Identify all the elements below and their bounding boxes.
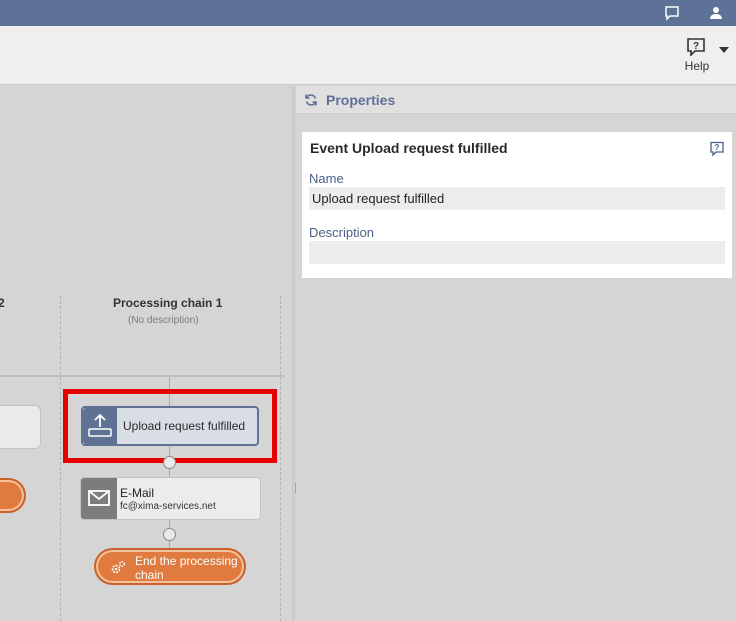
chevron-down-icon[interactable] bbox=[718, 42, 730, 53]
help-label: Help bbox=[684, 59, 710, 73]
properties-card: Event Upload request fulfilled ? Name Up… bbox=[302, 132, 732, 278]
flow-connector[interactable] bbox=[163, 528, 176, 541]
name-label: Name bbox=[309, 171, 344, 186]
node-email-address: fc@xima-services.net bbox=[120, 501, 216, 512]
description-label: Description bbox=[309, 225, 375, 240]
partial-end-node[interactable] bbox=[0, 478, 26, 513]
help-icon[interactable]: ? bbox=[709, 141, 725, 157]
flow-line bbox=[169, 377, 170, 406]
node-label: Upload request fulfilled bbox=[123, 419, 246, 433]
refresh-icon[interactable] bbox=[304, 93, 318, 107]
lane-divider bbox=[280, 296, 281, 621]
card-title: Event Upload request fulfilled bbox=[310, 140, 508, 156]
toolbar: ? Help bbox=[0, 26, 736, 85]
properties-panel: Properties Event Upload request fulfille… bbox=[296, 86, 736, 621]
partial-node[interactable] bbox=[0, 405, 41, 449]
properties-title: Properties bbox=[326, 92, 396, 108]
name-field[interactable]: Upload request fulfilled bbox=[309, 187, 725, 210]
help-button[interactable]: ? Help bbox=[676, 36, 718, 76]
lane-title-partial: 2 bbox=[0, 296, 5, 310]
lane-description: (No description) bbox=[128, 315, 199, 326]
user-icon[interactable] bbox=[708, 5, 724, 21]
lane-title[interactable]: Processing chain 1 bbox=[113, 296, 222, 310]
top-bar bbox=[0, 0, 736, 26]
chat-icon[interactable] bbox=[664, 5, 680, 21]
svg-text:?: ? bbox=[715, 143, 720, 152]
help-icon: ? bbox=[686, 38, 706, 57]
flow-connector[interactable] bbox=[163, 456, 176, 469]
lane-header-separator bbox=[0, 375, 285, 377]
node-label: End the processing chain bbox=[135, 554, 238, 582]
end-processing-chain-node[interactable]: End the processing chain bbox=[94, 548, 246, 585]
email-node[interactable]: E-Mail fc@xima-services.net bbox=[80, 477, 261, 520]
gears-icon bbox=[110, 560, 126, 576]
properties-header: Properties bbox=[296, 86, 736, 114]
lane-divider bbox=[60, 296, 61, 621]
upload-icon bbox=[83, 408, 117, 444]
svg-text:?: ? bbox=[693, 41, 699, 52]
node-label: E-Mail bbox=[120, 486, 155, 500]
upload-request-node[interactable]: Upload request fulfilled bbox=[81, 406, 259, 446]
description-field[interactable] bbox=[309, 241, 725, 264]
process-canvas[interactable]: 2 Processing chain 1 (No description) Up… bbox=[0, 86, 292, 621]
mail-icon bbox=[81, 478, 117, 519]
